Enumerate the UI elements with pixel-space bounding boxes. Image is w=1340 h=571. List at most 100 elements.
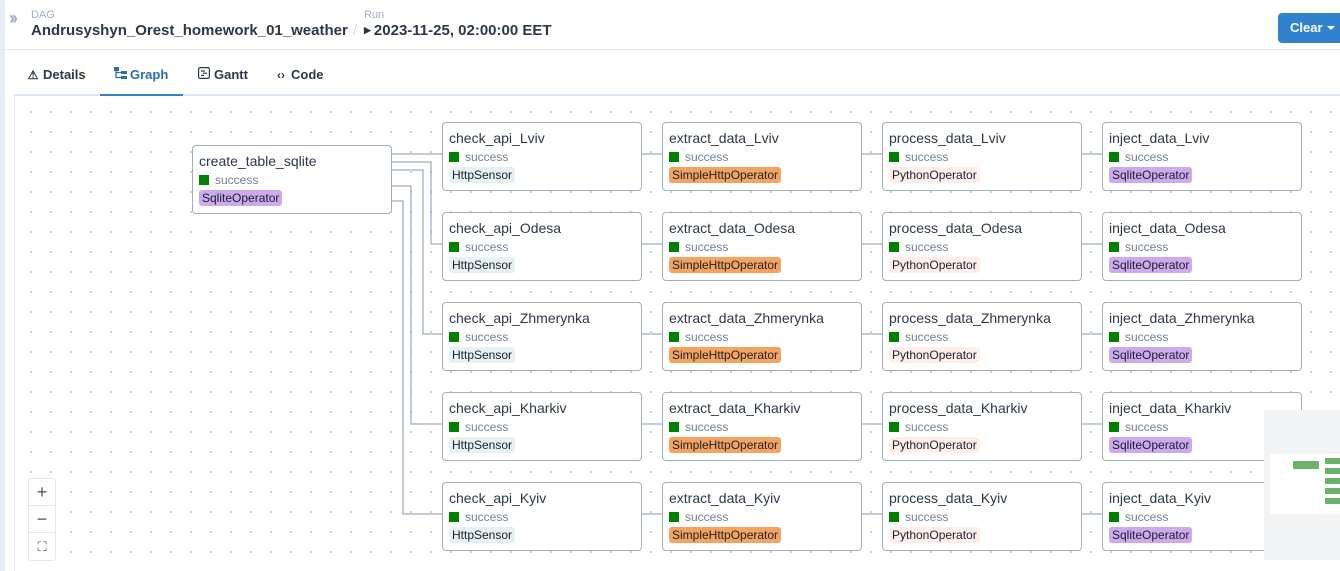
breadcrumb-run[interactable]: Run ▶ 2023-11-25, 02:00:00 EET [364, 9, 552, 39]
run-value[interactable]: 2023-11-25, 02:00:00 EET [374, 22, 552, 39]
task-node[interactable]: check_api_Zhmerynkasuccess HttpSensor [442, 302, 642, 371]
task-state: success [215, 173, 259, 187]
task-node[interactable]: create_table_sqlite success SqliteOperat… [192, 145, 392, 214]
task-title: inject_data_Zhmerynka [1109, 310, 1255, 326]
operator-badge: PythonOperator [889, 347, 980, 363]
minimap-node [1293, 461, 1319, 469]
operator-badge: SqliteOperator [1109, 257, 1193, 273]
operator-badge: HttpSensor [449, 347, 516, 363]
task-state: success [465, 330, 509, 344]
chevron-down-icon [1326, 26, 1335, 30]
task-state: success [685, 420, 729, 434]
tab-details[interactable]: ⚠ Details [26, 55, 86, 96]
task-node[interactable]: process_data_Odesa success PythonOperator [882, 212, 1082, 281]
task-node[interactable]: process_data_Kharkivsuccess PythonOperato… [882, 392, 1082, 461]
task-title: inject_data_Lviv [1109, 130, 1210, 146]
operator-badge: SqliteOperator [1109, 437, 1193, 453]
operator-badge: SimpleHttpOperator [669, 167, 782, 183]
success-status-icon [669, 242, 679, 252]
dag-label: DAG [31, 9, 55, 21]
success-status-icon [449, 512, 459, 522]
task-state: success [465, 510, 509, 524]
operator-badge: SimpleHttpOperator [669, 437, 782, 453]
graph-icon [113, 67, 127, 82]
tab-graph[interactable]: Graph [100, 55, 183, 96]
task-title: check_api_Zhmerynka [449, 310, 590, 326]
task-node[interactable]: check_api_Odesa success HttpSensor [442, 212, 642, 281]
operator-badge: SimpleHttpOperator [669, 347, 782, 363]
page-header: ›› DAG Andrusyshyn_Orest_homework_01_wea… [0, 0, 1340, 50]
task-node[interactable]: extract_data_Zhmerynka success SimpleHttpO… [662, 302, 862, 371]
task-state: success [905, 240, 949, 254]
task-title: check_api_Odesa [449, 220, 562, 236]
task-state: success [905, 150, 949, 164]
task-title: create_table_sqlite [199, 153, 317, 169]
success-status-icon [199, 175, 209, 185]
tab-bar: ⚠ Details Graph Gantt ‹› Code [14, 55, 1340, 96]
task-node[interactable]: inject_data_Zhmerynka success SqliteOperat… [1102, 302, 1302, 371]
expand-sidebar-icon[interactable]: ›› [9, 8, 18, 29]
operator-badge: PythonOperator [889, 167, 980, 183]
operator-badge: SqliteOperator [199, 190, 283, 206]
clear-button[interactable]: Clear [1278, 13, 1340, 43]
task-title: process_data_Kyiv [889, 490, 1008, 506]
task-title: inject_data_Odesa [1109, 220, 1226, 236]
minimap-node [1325, 488, 1340, 494]
task-title: process_data_Kharkiv [889, 400, 1028, 416]
success-status-icon [1109, 152, 1119, 162]
task-state: success [685, 510, 729, 524]
minimap-node [1325, 498, 1340, 504]
minimap-node [1325, 478, 1340, 484]
minimap[interactable] [1264, 410, 1340, 560]
success-status-icon [1109, 422, 1119, 432]
task-title: check_api_Kyiv [449, 490, 547, 506]
operator-badge: SimpleHttpOperator [669, 527, 782, 543]
task-state: success [1125, 240, 1169, 254]
task-node[interactable]: process_data_Lvivsuccess PythonOperator [882, 122, 1082, 191]
zoom-in-button[interactable]: + [29, 479, 55, 506]
success-status-icon [889, 422, 899, 432]
task-node[interactable]: extract_data_Odesa success SimpleHttpOpera… [662, 212, 862, 281]
task-node[interactable]: extract_data_Lviv success SimpleHttpOperat… [662, 122, 862, 191]
task-title: check_api_Lviv [449, 130, 545, 146]
dag-name[interactable]: Andrusyshyn_Orest_homework_01_weather [31, 22, 348, 39]
task-node[interactable]: extract_data_Kyivsuccess SimpleHttpOperat… [662, 482, 862, 551]
operator-badge: SqliteOperator [1109, 167, 1193, 183]
operator-badge: HttpSensor [449, 527, 516, 543]
task-node[interactable]: check_api_Kharkiv success HttpSensor [442, 392, 642, 461]
tab-gantt[interactable]: Gantt [197, 55, 248, 96]
task-title: process_data_Odesa [889, 220, 1023, 236]
task-node[interactable]: inject_data_Lviv success SqliteOperator [1102, 122, 1302, 191]
success-status-icon [669, 512, 679, 522]
success-status-icon [449, 422, 459, 432]
tab-code[interactable]: ‹› Code [274, 55, 324, 96]
success-status-icon [1109, 242, 1119, 252]
breadcrumb-separator: / [353, 22, 358, 39]
success-status-icon [889, 242, 899, 252]
breadcrumb-dag[interactable]: DAG Andrusyshyn_Orest_homework_01_weathe… [31, 9, 348, 39]
run-label: Run [364, 9, 385, 21]
task-node[interactable]: process_data_Kyiv success PythonOperator [882, 482, 1082, 551]
task-node[interactable]: check_api_Kyivsuccess HttpSensor [442, 482, 642, 551]
task-state: success [465, 240, 509, 254]
task-state: success [1125, 330, 1169, 344]
zoom-out-button[interactable]: − [29, 506, 55, 533]
task-state: success [905, 420, 949, 434]
task-state: success [465, 150, 509, 164]
task-state: success [685, 240, 729, 254]
task-node[interactable]: inject_data_Odesasuccess SqliteOperator [1102, 212, 1302, 281]
success-status-icon [1109, 512, 1119, 522]
code-icon: ‹› [277, 68, 285, 82]
operator-badge: PythonOperator [889, 437, 980, 453]
fit-view-button[interactable]: ⛶ [29, 533, 55, 560]
task-title: extract_data_Kharkiv [669, 400, 801, 416]
success-status-icon [889, 512, 899, 522]
task-title: process_data_Lviv [889, 130, 1006, 146]
task-title: extract_data_Kyiv [669, 490, 781, 506]
gantt-icon [197, 67, 211, 82]
task-node[interactable]: check_api_Lviv success HttpSensor [442, 122, 642, 191]
task-title: extract_data_Odesa [669, 220, 796, 236]
task-node[interactable]: process_data_Zhmerynka success PythonOpera… [882, 302, 1082, 371]
task-state: success [685, 150, 729, 164]
task-node[interactable]: extract_data_Kharkivsuccess SimpleHttpOpe… [662, 392, 862, 461]
